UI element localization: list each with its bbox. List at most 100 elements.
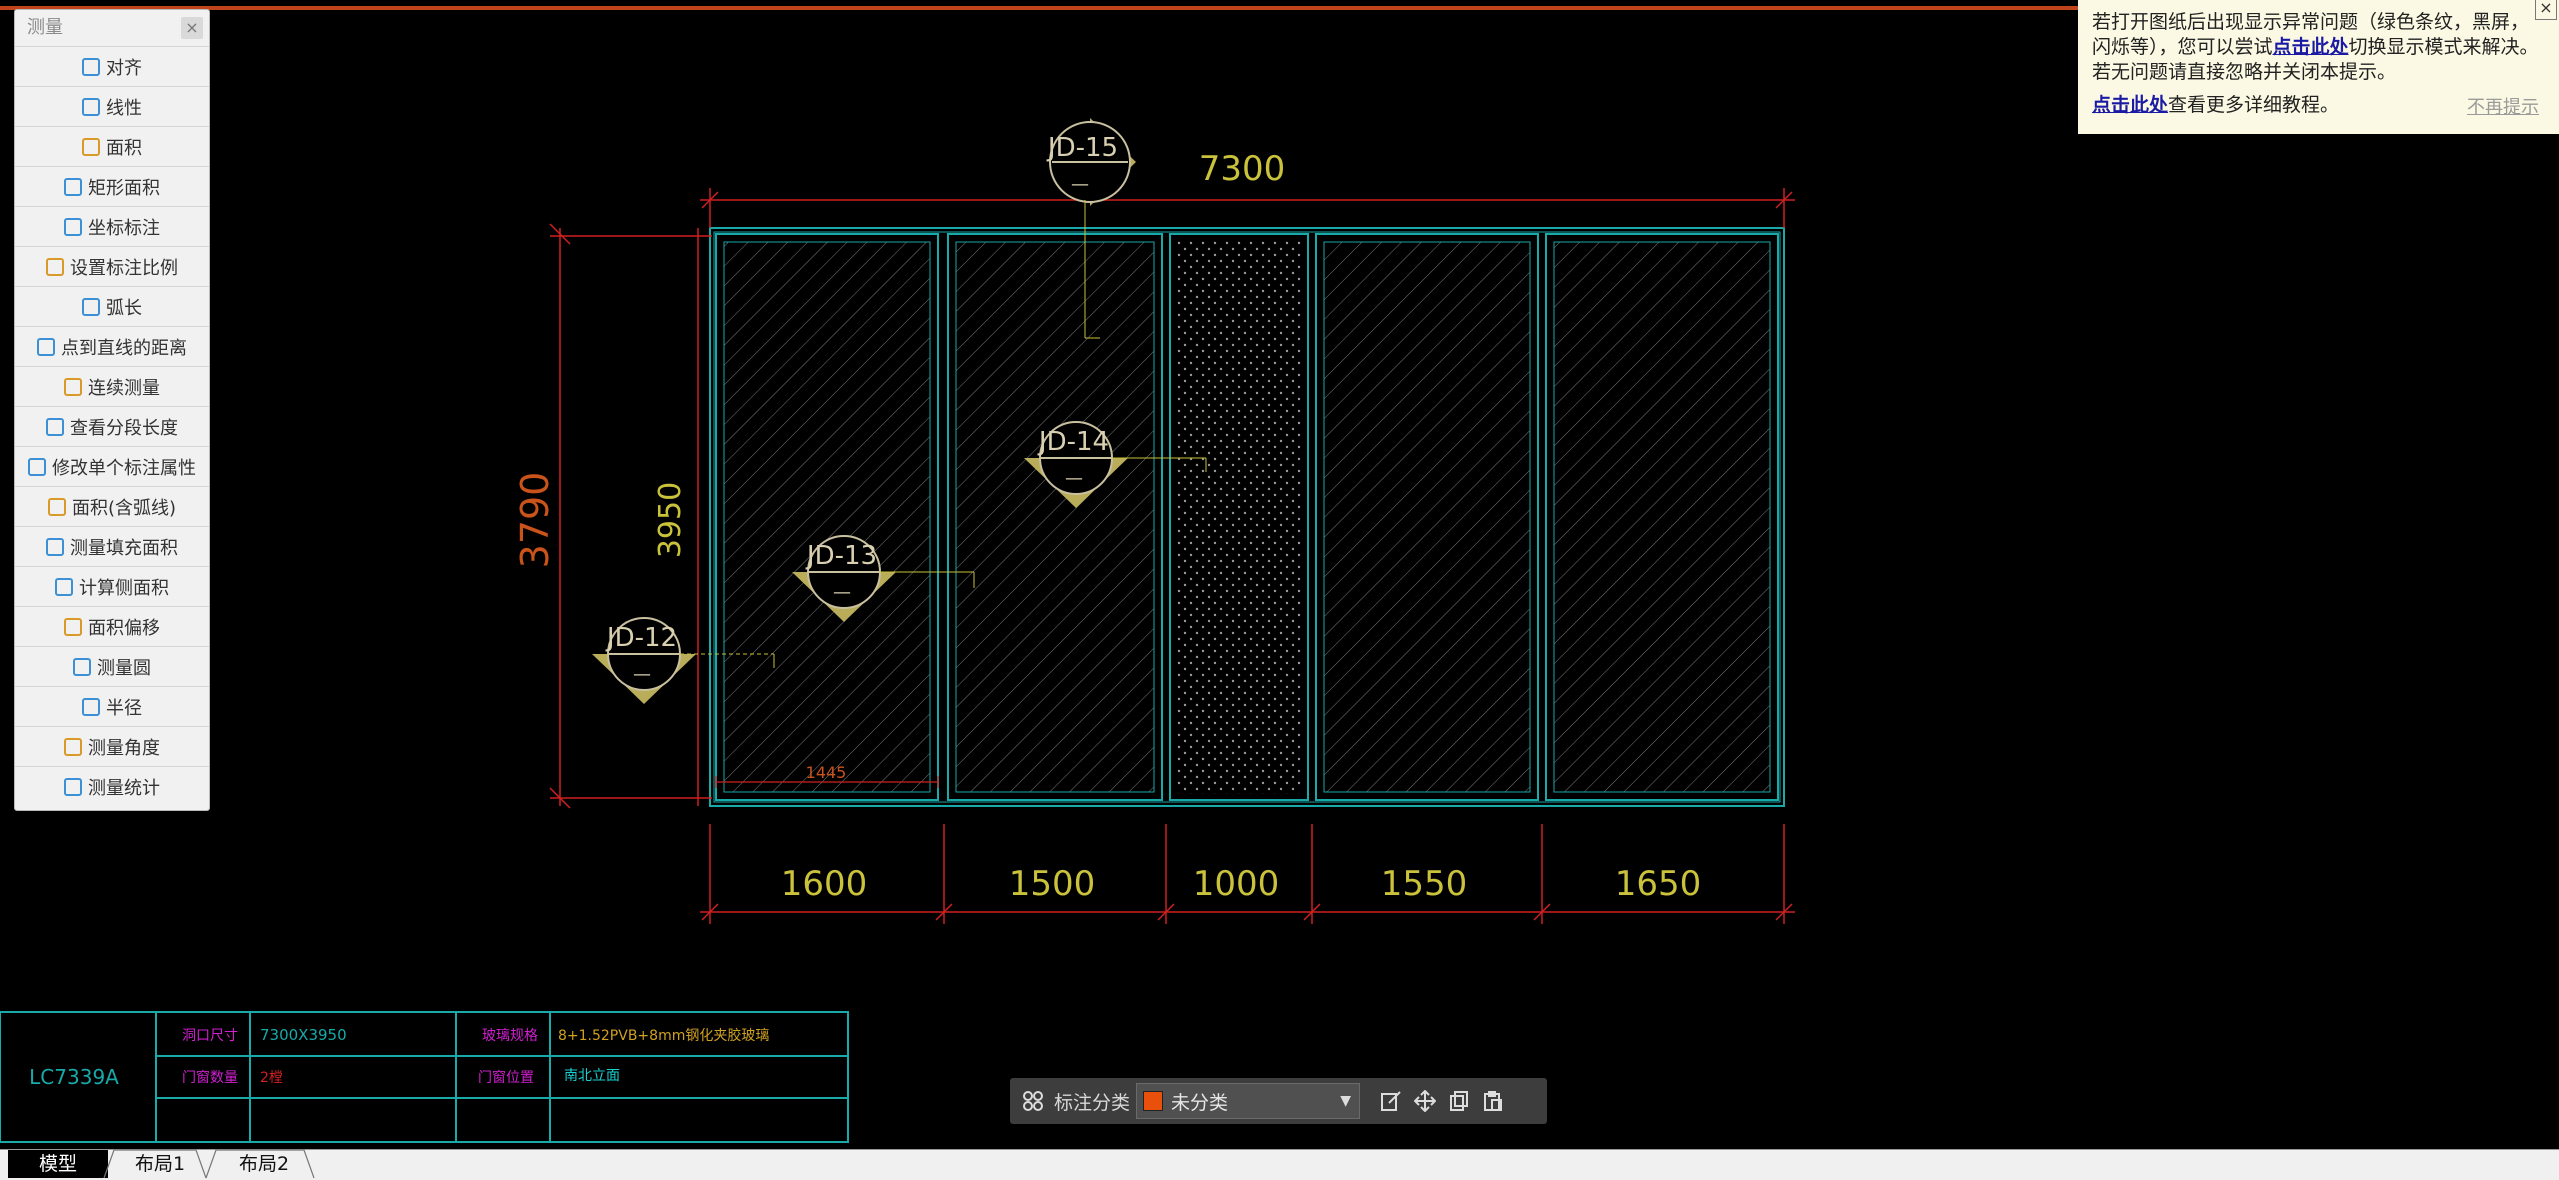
panel-item-angle[interactable]: 测量角度 [15, 726, 209, 766]
edit-annotation-icon [28, 457, 46, 476]
svg-text:JD-15: JD-15 [1046, 133, 1118, 163]
tab-layout2[interactable]: 布局2 [226, 1150, 302, 1178]
tb-value-glass: 8+1.52PVB+8mm钢化夹胶玻璃 [558, 1027, 769, 1044]
panel-item-label: 测量统计 [88, 777, 160, 799]
panel-item-label: 面积偏移 [88, 617, 160, 639]
panel-item-label: 计算侧面积 [79, 577, 169, 599]
statistics-icon [64, 777, 82, 796]
panel-item-statistics[interactable]: 测量统计 [15, 766, 209, 806]
panel-item-rect-area[interactable]: 矩形面积 [15, 166, 209, 206]
panel-item-fill-area[interactable]: 测量填充面积 [15, 526, 209, 566]
area-offset-icon [64, 617, 82, 636]
continuous-measure-icon [64, 377, 82, 396]
panel-item-label: 设置标注比例 [70, 257, 178, 279]
annotation-category-select[interactable]: 未分类 ▼ [1136, 1083, 1361, 1119]
layout-tab-bar: 模型 布局1 布局2 [0, 1149, 2559, 1180]
glass-panel-5 [1545, 233, 1779, 801]
tb-value-qty: 2樘 [260, 1070, 283, 1086]
notice-link-tutorial[interactable]: 点击此处 [2092, 94, 2168, 116]
panel-item-label: 测量填充面积 [70, 537, 178, 559]
panel-item-label: 对齐 [106, 57, 142, 79]
panel-item-label: 线性 [106, 97, 142, 119]
circle-icon [73, 657, 91, 676]
panel-items: 对齐线性面积矩形面积坐标标注设置标注比例 弧长点到直线的距离 连续测量查看分段长度修… [15, 46, 209, 806]
panel-item-side-area[interactable]: 计算侧面积 [15, 566, 209, 606]
panel-item-label: 点到直线的距离 [61, 337, 187, 359]
panel-item-circle[interactable]: 测量圆 [15, 646, 209, 686]
panel-item-label: 半径 [106, 697, 142, 719]
panel-item-area-offset[interactable]: 面积偏移 [15, 606, 209, 646]
panel-item-label: 连续测量 [88, 377, 160, 399]
point-line-distance-icon [37, 337, 55, 356]
notice-text-3: 查看更多详细教程。 [2168, 94, 2340, 116]
close-icon[interactable]: × [181, 17, 203, 39]
dim-segment-1: 1600 [781, 864, 868, 904]
dim-segment-5: 1650 [1615, 864, 1702, 904]
tb-label-glass: 玻璃规格 [482, 1027, 538, 1044]
segment-length-icon [46, 417, 64, 436]
coordinate-icon [64, 217, 82, 236]
panel-item-scale[interactable]: 设置标注比例 [15, 246, 209, 286]
linear-measure-icon [82, 97, 100, 116]
panel-item-arc-area[interactable]: 面积(含弧线) [15, 486, 209, 526]
measure-panel[interactable]: 测量 × 对齐线性面积矩形面积坐标标注设置标注比例 弧长点到直线的距离 连续测量查看… [14, 9, 210, 811]
panel-item-label: 矩形面积 [88, 177, 160, 199]
panel-item-continuous-measure[interactable]: 连续测量 [15, 366, 209, 406]
notice-paragraph-1: 若打开图纸后出现显示异常问题（绿色条纹，黑屏，闪烁等），您可以尝试点击此处切换显… [2092, 10, 2545, 85]
move-icon[interactable] [1408, 1084, 1442, 1118]
svg-text:—: — [833, 582, 851, 603]
panel-item-label: 查看分段长度 [70, 417, 178, 439]
panel-item-label: 测量圆 [97, 657, 151, 679]
scale-icon [46, 257, 64, 276]
panel-item-radius[interactable]: 半径 [15, 686, 209, 726]
notice-close-icon[interactable]: × [2535, 0, 2557, 20]
edit-icon[interactable] [1374, 1084, 1408, 1118]
tab-layout1[interactable]: 布局1 [122, 1150, 198, 1178]
glass-panel-1 [715, 233, 939, 801]
grid-icon[interactable] [1016, 1084, 1050, 1118]
annotation-category-label: 标注分类 [1054, 1091, 1131, 1114]
glass-panel-4 [1315, 233, 1539, 801]
panel-title: 测量 × [15, 10, 209, 46]
dim-height-inner: 3950 [653, 482, 688, 558]
glass-panel-3 [1169, 233, 1309, 801]
chevron-down-icon: ▼ [1340, 1093, 1352, 1109]
annotation-toolbar: 标注分类 未分类 ▼ [1010, 1078, 1547, 1124]
dismiss-link[interactable]: 不再提示 [2467, 95, 2539, 120]
align-measure-icon [82, 57, 100, 76]
svg-text:—: — [1071, 174, 1089, 195]
panel-item-arc-length[interactable]: 弧长 [15, 286, 209, 326]
panel-item-label: 修改单个标注属性 [52, 457, 196, 479]
panel-item-align-measure[interactable]: 对齐 [15, 46, 209, 86]
panel-item-linear-measure[interactable]: 线性 [15, 86, 209, 126]
panel-item-label: 坐标标注 [88, 217, 160, 239]
display-issue-notice: × 若打开图纸后出现显示异常问题（绿色条纹，黑屏，闪烁等），您可以尝试点击此处切… [2078, 0, 2559, 134]
copy-icon[interactable] [1442, 1084, 1476, 1118]
tb-code: LC7339A [29, 1065, 119, 1089]
paste-icon[interactable] [1476, 1084, 1510, 1118]
radius-icon [82, 697, 100, 716]
svg-text:JD-12: JD-12 [605, 623, 677, 653]
panel-item-label: 面积(含弧线) [71, 497, 177, 519]
dim-overall-width: 7300 [1199, 149, 1286, 189]
dim-height-outer: 3790 [513, 472, 557, 569]
svg-text:JD-14: JD-14 [1037, 427, 1109, 457]
arc-area-icon [47, 497, 66, 516]
panel-item-area[interactable]: 面积 [15, 126, 209, 166]
panel-item-segment-length[interactable]: 查看分段长度 [15, 406, 209, 446]
tab-model[interactable]: 模型 [8, 1150, 108, 1178]
panel-item-label: 面积 [106, 137, 142, 159]
category-color-swatch [1143, 1091, 1164, 1111]
panel-item-label: 弧长 [106, 297, 142, 319]
angle-icon [64, 737, 82, 756]
cad-canvas[interactable]: 7300 3790 3950 1445 1600 1500 1000 1550 [0, 0, 2559, 1179]
tb-label-size: 洞口尺寸 [182, 1028, 238, 1044]
panel-item-coordinate[interactable]: 坐标标注 [15, 206, 209, 246]
arc-length-icon [82, 297, 100, 316]
tb-value-pos: 南北立面 [564, 1068, 620, 1084]
panel-item-edit-annotation[interactable]: 修改单个标注属性 [15, 446, 209, 486]
dim-segment-4: 1550 [1381, 864, 1468, 904]
panel-title-text: 测量 [27, 17, 63, 38]
panel-item-point-line-distance[interactable]: 点到直线的距离 [15, 326, 209, 366]
notice-link-switch-mode[interactable]: 点击此处 [2273, 36, 2349, 58]
